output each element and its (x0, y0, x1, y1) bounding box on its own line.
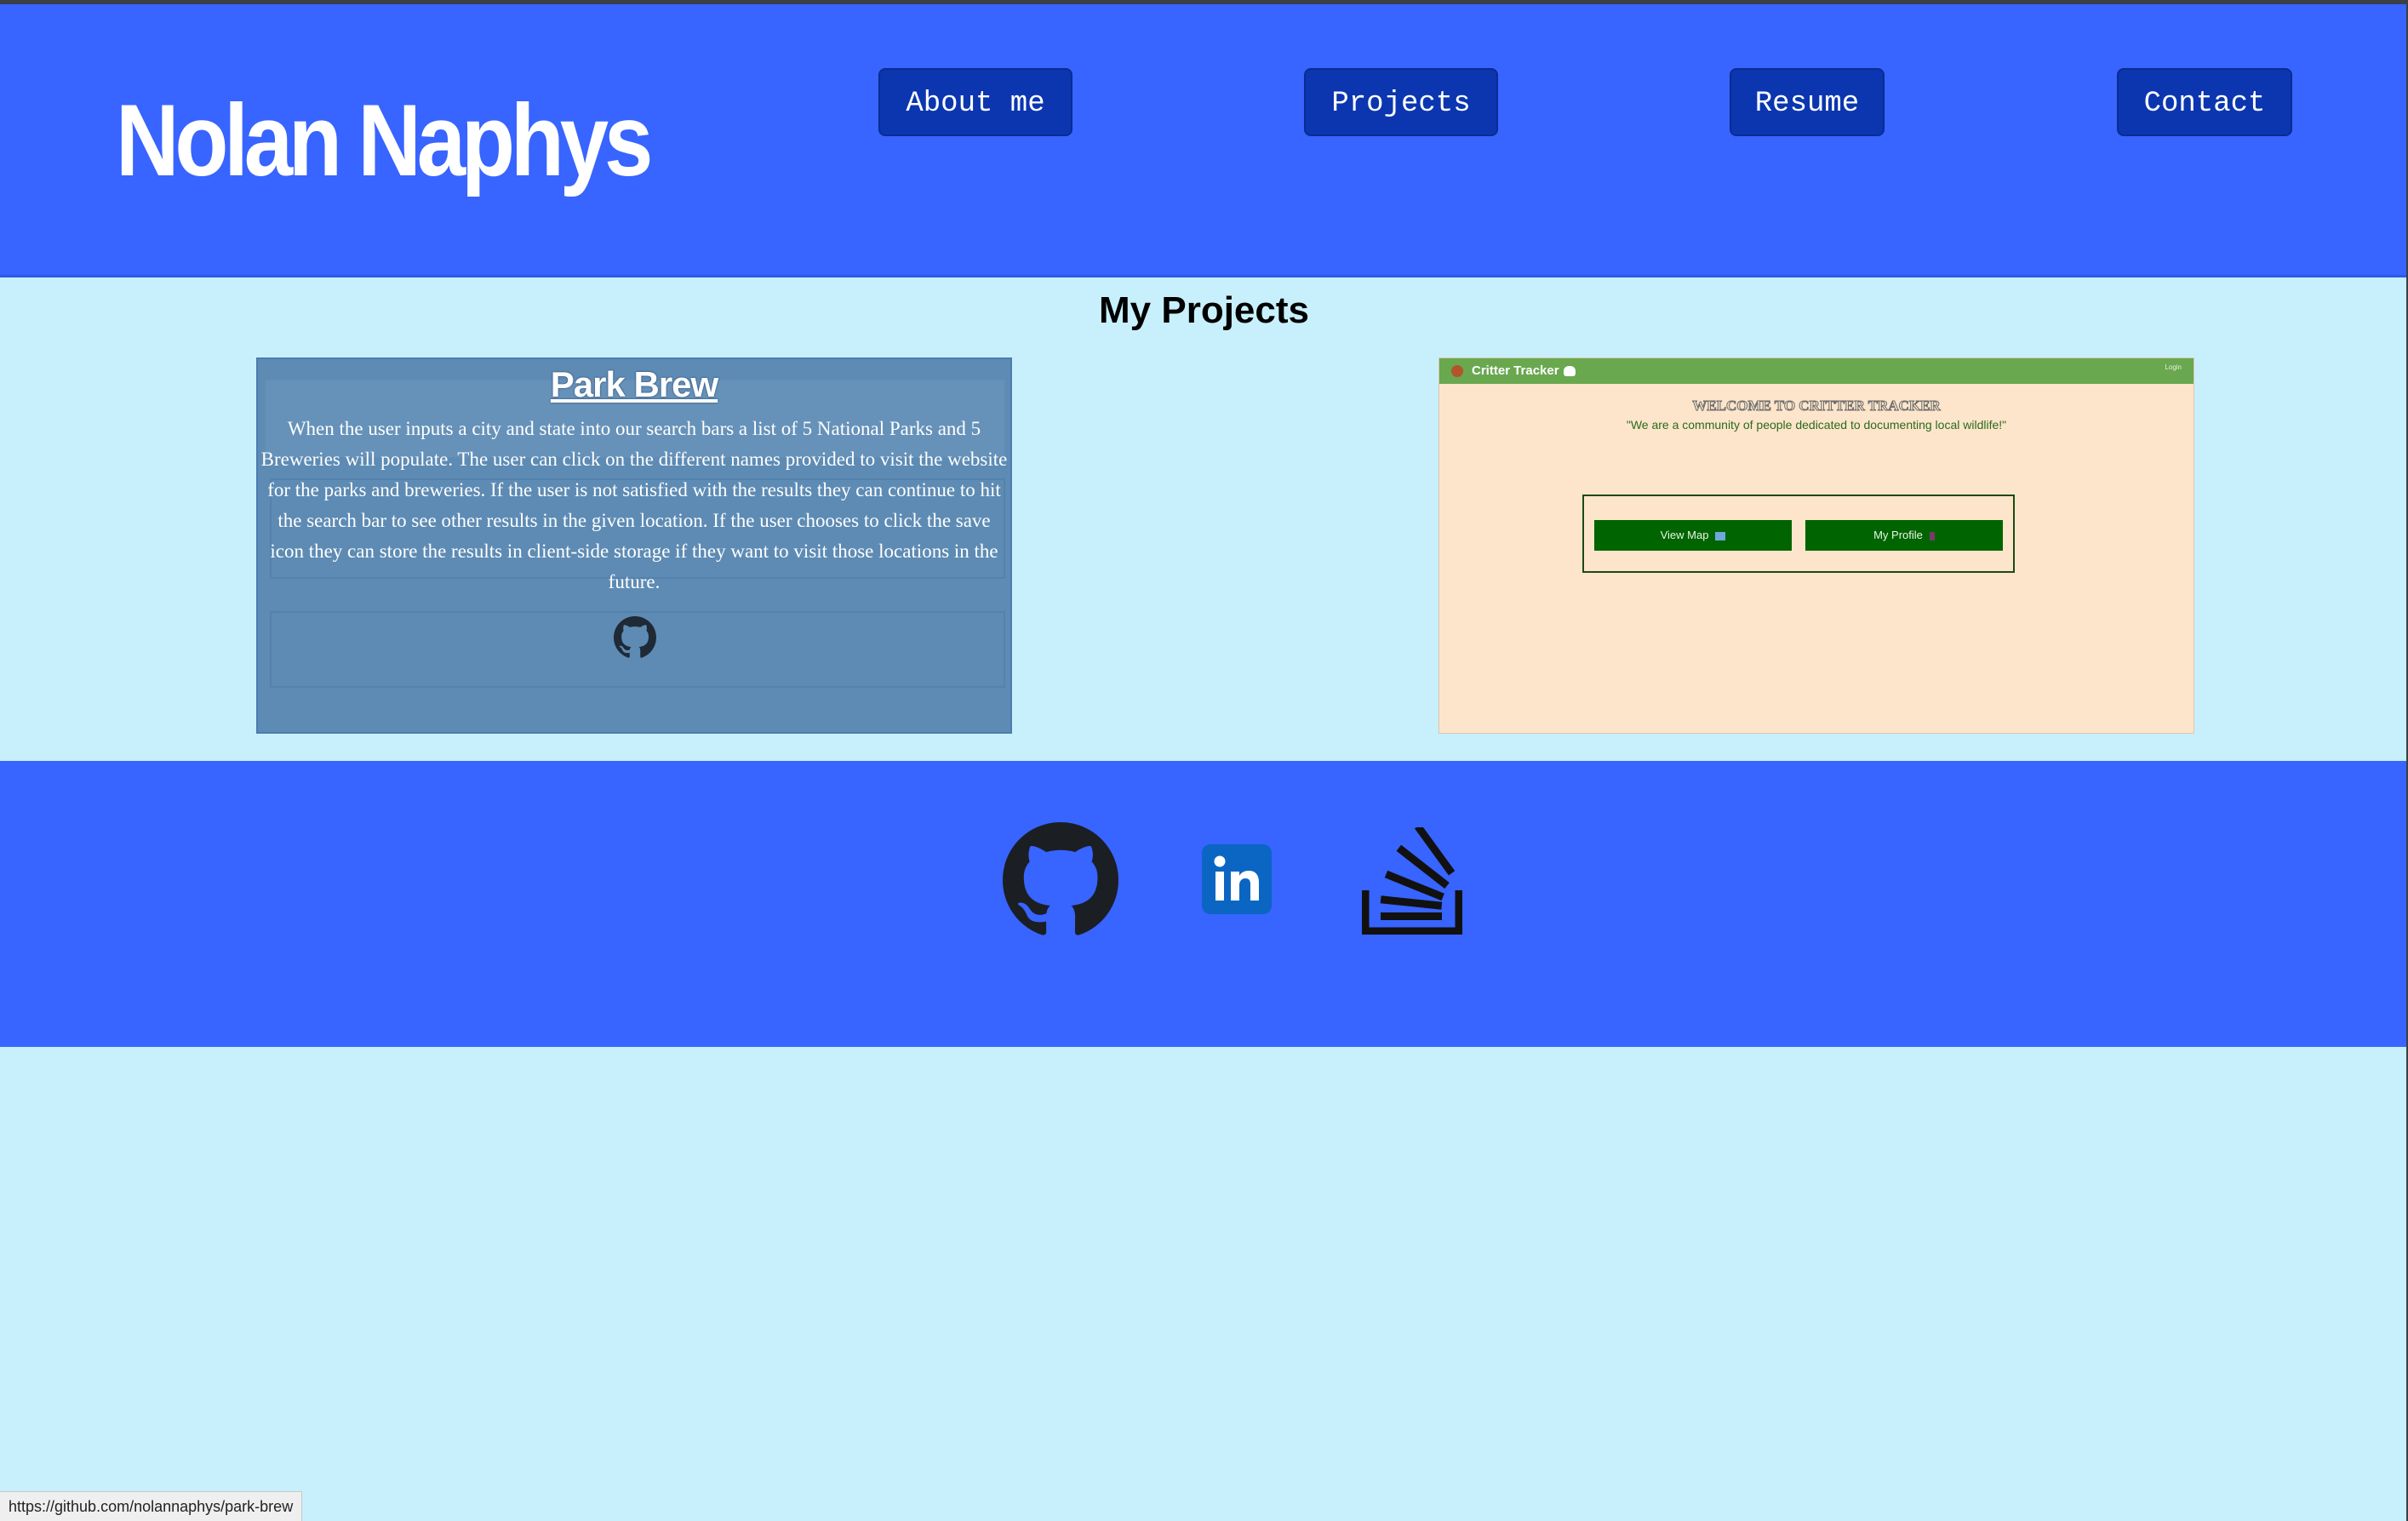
project-description: When the user inputs a city and state in… (260, 418, 1008, 592)
critter-welcome-heading: WELCOME TO CRITTER TRACKER (1692, 397, 1941, 415)
project-card-critter-tracker[interactable]: Critter Tracker Login WELCOME TO CRITTER… (1439, 357, 2194, 734)
project-card-park-brew[interactable]: Park Brew When the user inputs a city an… (256, 357, 1012, 734)
nav-resume-button[interactable]: Resume (1730, 68, 1885, 136)
site-header: Nolan Naphys About me Projects Resume Co… (0, 4, 2408, 277)
my-profile-label: My Profile (1873, 529, 1923, 541)
project-title[interactable]: Park Brew (258, 364, 1010, 405)
nav-projects-button[interactable]: Projects (1304, 68, 1498, 136)
site-footer (0, 761, 2408, 1047)
browser-status-bar: https://github.com/nolannaphys/park-brew (0, 1491, 303, 1521)
squirrel-icon (1564, 366, 1576, 376)
critter-button-panel: View Map My Profile (1582, 495, 2015, 573)
critter-logo-icon (1451, 365, 1463, 377)
github-icon[interactable] (1003, 822, 1118, 938)
view-map-label: View Map (1660, 529, 1709, 541)
linkedin-icon[interactable] (1202, 844, 1272, 914)
github-icon[interactable] (614, 616, 656, 659)
nav-about-me-button[interactable]: About me (878, 68, 1072, 136)
critter-my-profile-button: My Profile (1805, 520, 2003, 551)
critter-tagline: "We are a community of people dedicated … (1626, 418, 2007, 432)
critter-app-name: Critter Tracker (1472, 363, 1559, 378)
critter-login-link: Login (2165, 363, 2182, 371)
critter-view-map-button: View Map (1594, 520, 1792, 551)
stackoverflow-icon[interactable] (1362, 827, 1462, 935)
map-icon (1715, 531, 1726, 540)
site-brand: Nolan Naphys (116, 83, 653, 197)
profile-icon (1929, 531, 1935, 540)
projects-heading: My Projects (1099, 289, 1309, 331)
nav-contact-button[interactable]: Contact (2117, 68, 2292, 136)
critter-navbar: Critter Tracker Login (1439, 358, 2194, 384)
